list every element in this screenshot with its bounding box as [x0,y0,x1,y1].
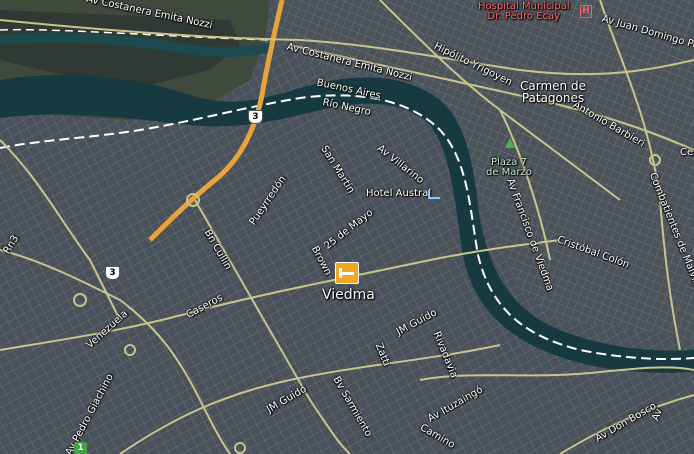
route-badge: 1 [74,442,87,454]
street-label: Ce [680,147,694,158]
hotel-icon[interactable] [335,262,359,284]
hospital-label[interactable]: Hospital Municipal Dr. Pedro Ecay [478,2,570,22]
route-shield: 3 [105,266,120,280]
satellite-map[interactable]: Av Costanera Emita Nozzi Av Costanera Em… [0,0,694,454]
park-icon[interactable] [505,138,515,148]
hospital-name-line2: Dr. Pedro Ecay [487,11,561,22]
hospital-icon[interactable]: H [580,5,592,18]
carmen-de-patagones-label[interactable]: Carmen de Patagones [520,80,586,104]
carmen-line2: Patagones [521,91,585,105]
lodging-icon[interactable] [428,190,440,199]
plaza-line2: de Marzo [486,167,532,178]
route-shield: 3 [248,110,263,124]
plaza-7-de-marzo-label[interactable]: Plaza 7 de Marzo [486,158,532,178]
hotel-austral-label[interactable]: Hotel Austral [366,189,431,199]
viedma-city-label[interactable]: Viedma [322,288,375,302]
